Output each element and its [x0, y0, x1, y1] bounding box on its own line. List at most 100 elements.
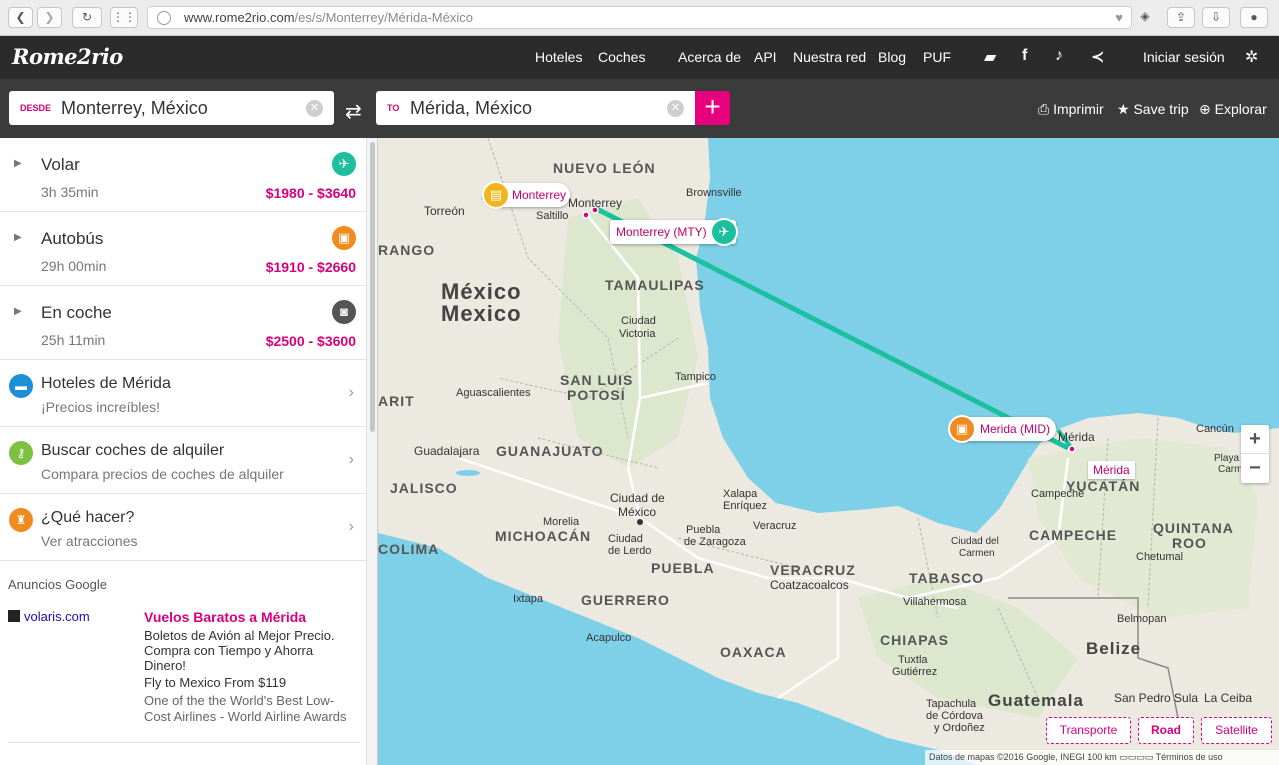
chevron-right-icon: ›	[348, 384, 354, 401]
signin-link[interactable]: Iniciar sesión	[1143, 49, 1225, 65]
account-icon[interactable]: ●	[1240, 7, 1268, 28]
add-destination-button[interactable]: +	[695, 91, 730, 125]
scroll-thumb[interactable]	[370, 142, 375, 432]
ad-divider	[8, 742, 360, 743]
nav-link-puf[interactable]: PUF	[923, 49, 951, 65]
gear-icon[interactable]: ✲	[1245, 47, 1258, 67]
route-name: Volar	[41, 155, 80, 174]
route-price: $1910 - $2660	[265, 259, 356, 275]
map-type-satellite[interactable]: Satellite	[1201, 717, 1272, 744]
share-network-icon[interactable]: ≺	[1091, 47, 1104, 67]
map-label: ARIT	[378, 393, 415, 409]
map-label: ROO	[1172, 535, 1207, 551]
map-label: Victoria	[619, 328, 656, 340]
forward-icon[interactable]: ❯	[37, 7, 62, 28]
zoom-in-button[interactable]: +	[1241, 425, 1269, 454]
map-label: La Ceiba	[1204, 691, 1253, 705]
map-label: Monterrey	[568, 196, 623, 210]
expand-arrow-icon[interactable]: ▶	[14, 306, 22, 317]
merida-airport-pin[interactable]: ▣ Merida (MID)	[948, 415, 1056, 443]
promo-hotels[interactable]: ▬ Hoteles de Mérida ¡Precios increíbles!…	[0, 360, 366, 427]
nav-link-blog[interactable]: Blog	[878, 49, 906, 65]
from-tag: DESDE	[20, 103, 52, 113]
back-icon[interactable]: ❮	[8, 7, 33, 28]
expand-arrow-icon[interactable]: ▶	[14, 232, 22, 243]
map-label: OAXACA	[720, 644, 787, 660]
map-label: Aguascalientes	[456, 387, 531, 399]
results-panel: ▶ Volar 3h 35min $1980 - $3640 ✈ ▶ Autob…	[0, 138, 378, 765]
pin-label: Monterrey (MTY)	[616, 225, 707, 239]
clear-to-icon[interactable]: ✕	[667, 100, 684, 117]
explore-button[interactable]: ⊕ Explorar	[1199, 101, 1267, 118]
monterrey-bus-pin[interactable]: ▤ Monterrey	[482, 181, 570, 209]
monterrey-airport-pin[interactable]: Monterrey (MTY) ✈	[610, 218, 738, 246]
map-label: Torreón	[424, 204, 465, 218]
map-label: Coatzacoalcos	[770, 578, 849, 592]
route-duration: 29h 00min	[41, 258, 107, 274]
map-label: Belmopan	[1117, 613, 1167, 625]
ad-source-link[interactable]: volaris.com	[8, 609, 90, 624]
facebook-icon[interactable]: f	[1022, 47, 1027, 65]
from-field[interactable]: DESDE Monterrey, México ✕	[9, 91, 334, 125]
mexico-city-marker	[637, 519, 643, 525]
lake-chapala	[456, 470, 480, 476]
address-bar[interactable]: www.rome2rio.com/es/s/Monterrey/Mérida-M…	[147, 6, 1132, 29]
to-input[interactable]: Mérida, México	[410, 98, 532, 119]
ads-heading: Anuncios Google	[8, 577, 108, 592]
nav-link-red[interactable]: Nuestra red	[793, 49, 866, 65]
download-icon[interactable]: ⇩	[1202, 7, 1230, 28]
twitter-icon[interactable]: ♪	[1055, 47, 1063, 65]
map-label: de Lerdo	[608, 545, 652, 557]
swap-icon[interactable]: ⇄	[345, 99, 362, 124]
map-label: Ciudad	[608, 533, 643, 545]
reload-icon[interactable]: ↻	[72, 7, 102, 28]
save-trip-button[interactable]: ★ Save trip	[1117, 101, 1189, 118]
map-label: Saltillo	[536, 210, 569, 222]
map-type-transport[interactable]: Transporte	[1046, 717, 1131, 744]
zoom-out-button[interactable]: −	[1241, 454, 1269, 483]
merida-destination-tag[interactable]: Mérida	[1088, 461, 1135, 479]
route-option[interactable]: ▶ Autobús 29h 00min $1910 - $2660 ▣	[0, 212, 366, 286]
nav-link-coches[interactable]: Coches	[598, 49, 645, 65]
extension-icon[interactable]: ◈	[1135, 7, 1155, 28]
promo-activities[interactable]: ♜ ¿Qué hacer? Ver atracciones ›	[0, 494, 366, 561]
route-price: $2500 - $3600	[265, 333, 356, 349]
ad-line: Cost Airlines - World Airline Awards	[144, 709, 347, 724]
map-type-road[interactable]: Road	[1138, 717, 1194, 744]
nav-link-hoteles[interactable]: Hoteles	[535, 49, 582, 65]
promo-car-rental[interactable]: ⚷ Buscar coches de alquiler Compara prec…	[0, 427, 366, 494]
bed-icon: ▬	[9, 374, 33, 398]
route-option[interactable]: ▶ En coche 25h 11min $2500 - $3600 ◙	[0, 286, 366, 360]
route-name: En coche	[41, 303, 112, 322]
clear-from-icon[interactable]: ✕	[306, 100, 323, 117]
map-label: Ixtapa	[513, 593, 543, 605]
bus-icon: ▣	[948, 415, 976, 443]
to-field[interactable]: TO Mérida, México ✕	[376, 91, 695, 125]
taxi-icon: ▤	[482, 181, 510, 209]
promo-subtitle: Compara precios de coches de alquiler	[41, 466, 284, 482]
heart-icon[interactable]: ♥	[1115, 7, 1123, 28]
map-label: POTOSÍ	[567, 387, 626, 403]
rome2rio-logo[interactable]: Rome2rio	[12, 44, 123, 69]
share-icon[interactable]: ⇪	[1167, 7, 1195, 28]
plane-icon: ✈	[332, 152, 356, 176]
panel-scrollbar[interactable]	[366, 138, 377, 765]
nav-link-acerca[interactable]: Acerca de	[678, 49, 741, 65]
map-view[interactable]: NUEVO LEÓN Brownsville Torreón Monterrey…	[378, 138, 1279, 765]
route-option[interactable]: ▶ Volar 3h 35min $1980 - $3640 ✈	[0, 138, 366, 212]
promo-title: ¿Qué hacer?	[41, 509, 135, 526]
ad-line: One of the the World's Best Low-	[144, 693, 335, 708]
key-icon: ⚷	[9, 441, 33, 465]
grid-icon[interactable]: ⋮⋮	[110, 7, 138, 28]
map-label: MICHOACÁN	[495, 528, 592, 544]
map-label: Tampico	[675, 371, 716, 383]
map-label: Tuxtla	[898, 654, 928, 666]
print-button[interactable]: ⎙ Imprimir	[1038, 101, 1104, 118]
from-input[interactable]: Monterrey, México	[61, 98, 208, 119]
ad-title-link[interactable]: Vuelos Baratos a Mérida	[144, 609, 306, 625]
chat-icon[interactable]: ▰	[984, 47, 996, 67]
expand-arrow-icon[interactable]: ▶	[14, 158, 22, 169]
nav-link-api[interactable]: API	[754, 49, 777, 65]
url-host: www.rome2rio.com	[184, 10, 295, 25]
map-label: PUEBLA	[651, 560, 715, 576]
